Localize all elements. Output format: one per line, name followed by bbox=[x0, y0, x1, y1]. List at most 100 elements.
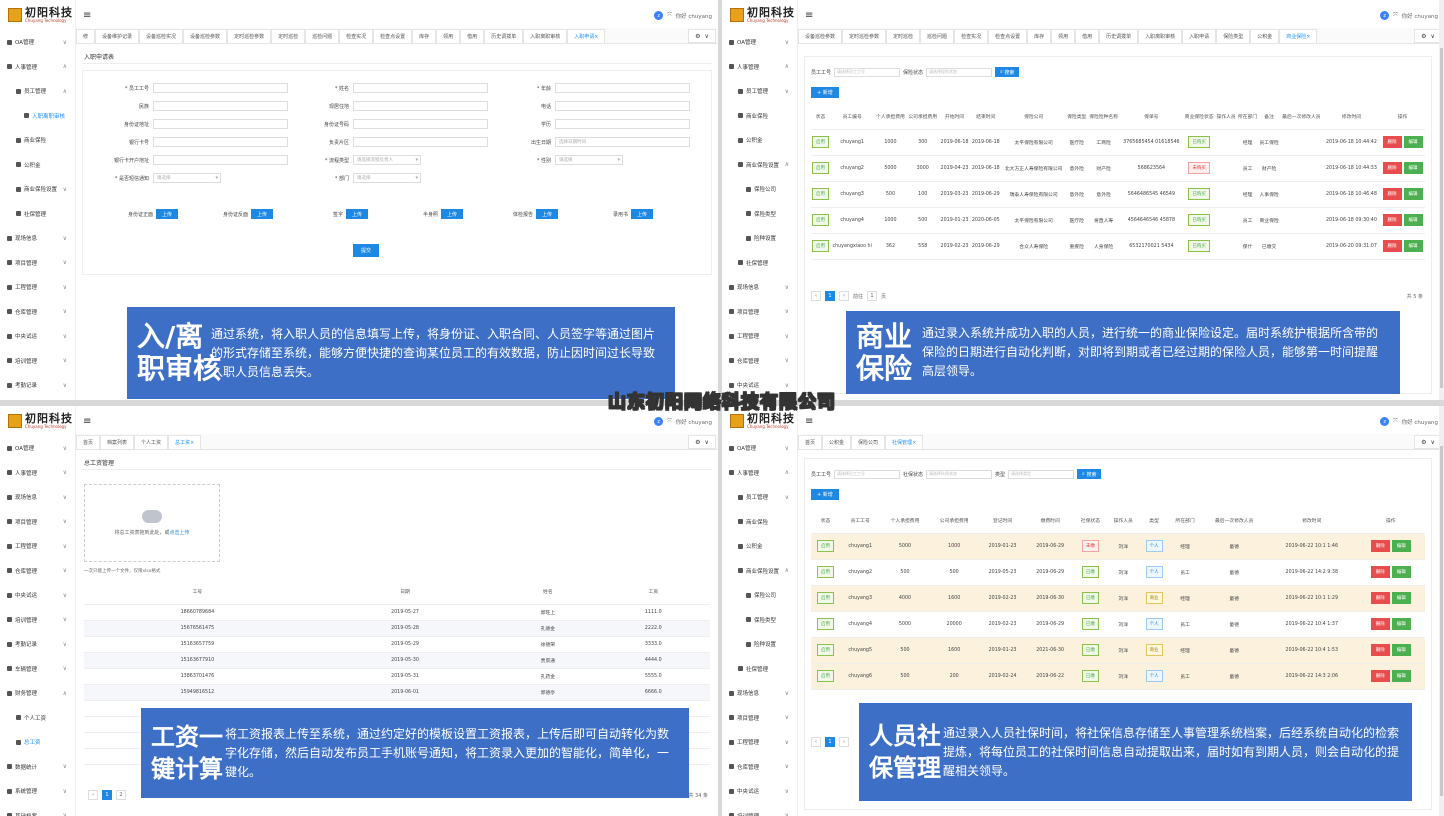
tab[interactable]: 借用 bbox=[460, 29, 485, 43]
search-button[interactable]: ⌕ 搜索 bbox=[1077, 469, 1102, 479]
gear-icon[interactable]: ⚙ bbox=[1421, 33, 1426, 40]
employee-select[interactable]: 请选择员工工号 bbox=[834, 67, 901, 77]
edit-button[interactable]: 编辑 bbox=[1391, 618, 1411, 630]
page-number-1[interactable]: 1 bbox=[102, 790, 112, 800]
field-input[interactable] bbox=[153, 155, 288, 165]
sidebar-item[interactable]: 保险类型 bbox=[722, 608, 797, 633]
tab-close-icon[interactable]: × bbox=[594, 34, 598, 40]
sidebar-item[interactable]: 工程管理 ∨ bbox=[0, 534, 75, 559]
user-greeting[interactable]: 你好 chuyang bbox=[676, 12, 712, 20]
avatar[interactable]: z bbox=[654, 11, 664, 20]
tab[interactable]: 入职离职审核 bbox=[523, 29, 568, 43]
sidebar-item[interactable]: 公积金 bbox=[722, 128, 797, 153]
field-input[interactable] bbox=[153, 101, 288, 111]
field-select[interactable]: 请选择流程负责人 bbox=[353, 155, 421, 165]
tab[interactable]: 保险类型 bbox=[1216, 29, 1251, 43]
upload-button[interactable]: 上传 bbox=[536, 209, 559, 219]
delete-button[interactable]: 删除 bbox=[1370, 670, 1390, 682]
tab[interactable]: 库存 bbox=[1027, 29, 1052, 43]
tab-close-icon[interactable]: × bbox=[912, 440, 916, 446]
sidebar-item[interactable]: 中央试运 ∨ bbox=[0, 324, 75, 349]
upload-button[interactable]: 上传 bbox=[631, 209, 654, 219]
goto-input[interactable]: 1 bbox=[867, 291, 878, 301]
submit-button[interactable]: 提交 bbox=[353, 244, 379, 257]
tab[interactable]: 检查点设置 bbox=[373, 29, 413, 43]
tab[interactable]: 修 bbox=[76, 29, 96, 43]
sidebar-item[interactable]: 员工管理 ∨ bbox=[722, 79, 797, 104]
sidebar-item[interactable]: 公积金 bbox=[0, 153, 75, 178]
tab[interactable]: 设备巡检参数 bbox=[798, 29, 843, 43]
tab[interactable]: 设备巡检实况 bbox=[139, 29, 184, 43]
delete-button[interactable]: 删除 bbox=[1370, 618, 1390, 630]
menu-toggle-icon[interactable]: ≡ bbox=[83, 10, 91, 21]
sidebar-item[interactable]: 仓库管理 ∨ bbox=[0, 559, 75, 584]
chevron-down-icon[interactable]: ∨ bbox=[704, 439, 708, 446]
tab-settings[interactable]: ⚙ ∨ bbox=[688, 29, 716, 43]
sidebar-item[interactable]: 现场信息 ∨ bbox=[0, 226, 75, 251]
menu-toggle-icon[interactable]: ≡ bbox=[83, 416, 91, 427]
field-input[interactable] bbox=[153, 119, 288, 129]
fullscreen-icon[interactable]: ⤧ bbox=[1393, 418, 1397, 425]
sidebar-item[interactable]: 现场信息 ∨ bbox=[722, 681, 797, 706]
tab[interactable]: 历史调拨单 bbox=[1099, 29, 1139, 43]
tab-close-icon[interactable]: × bbox=[1306, 34, 1310, 40]
field-select[interactable]: 请选择 bbox=[555, 155, 623, 165]
user-greeting[interactable]: 你好 chuyang bbox=[1402, 418, 1438, 426]
sidebar-item[interactable]: 车辆管理∨ bbox=[0, 398, 75, 401]
search-button[interactable]: ⌕ 搜索 bbox=[995, 67, 1020, 77]
tab[interactable]: 入职申请 bbox=[1182, 29, 1217, 43]
sidebar-item[interactable]: 工程管理 ∨ bbox=[0, 275, 75, 300]
tab[interactable]: 总工资 × bbox=[168, 435, 202, 449]
tab-close-icon[interactable]: × bbox=[190, 440, 194, 446]
fullscreen-icon[interactable]: ⤧ bbox=[1393, 12, 1397, 19]
tab-settings[interactable]: ⚙ ∨ bbox=[1414, 435, 1442, 449]
next-page-button[interactable]: › bbox=[839, 291, 849, 301]
scrollbar[interactable] bbox=[1439, 406, 1444, 816]
avatar[interactable]: z bbox=[1380, 11, 1390, 20]
sidebar-item[interactable]: 人事管理 ∨ bbox=[0, 461, 75, 486]
sidebar-item[interactable]: 商业保险设置 ∧ bbox=[722, 559, 797, 584]
sidebar-item[interactable]: 考勤记录 ∨ bbox=[0, 632, 75, 657]
menu-toggle-icon[interactable]: ≡ bbox=[805, 416, 813, 427]
sidebar-item[interactable]: 员工管理 ∧ bbox=[0, 79, 75, 104]
sidebar-item[interactable]: OA管理 ∨ bbox=[0, 30, 75, 55]
sidebar-item[interactable]: 工程管理 ∨ bbox=[722, 324, 797, 349]
sidebar-item[interactable]: 财务管理 ∧ bbox=[0, 681, 75, 706]
tab[interactable]: 首页 bbox=[76, 435, 101, 449]
sidebar-item[interactable]: 考勤记录 ∨ bbox=[0, 373, 75, 398]
sidebar-item[interactable]: 商业保险 bbox=[0, 128, 75, 153]
sidebar-item[interactable]: 人事管理 ∧ bbox=[722, 55, 797, 80]
upload-button[interactable]: 上传 bbox=[346, 209, 369, 219]
tab[interactable]: 商业保险 × bbox=[1279, 29, 1318, 43]
tab[interactable]: 公积金 bbox=[1250, 29, 1280, 43]
tab[interactable]: 公积金 bbox=[822, 435, 852, 449]
edit-button[interactable]: 编辑 bbox=[1391, 670, 1411, 682]
edit-button[interactable]: 编辑 bbox=[1391, 592, 1411, 604]
tab[interactable]: 检查实况 bbox=[339, 29, 374, 43]
avatar[interactable]: z bbox=[654, 417, 664, 426]
sidebar-item[interactable]: 商业保险 bbox=[722, 104, 797, 129]
sidebar-item[interactable]: 商业保险 bbox=[722, 510, 797, 535]
field-select[interactable]: 请选择 bbox=[153, 173, 221, 183]
tab[interactable]: 定时巡检参数 bbox=[227, 29, 272, 43]
sidebar-item[interactable]: 保险公司 bbox=[722, 583, 797, 608]
sidebar-item[interactable]: 仓库管理 ∨ bbox=[722, 755, 797, 780]
employee-select[interactable]: 请选择员工工号 bbox=[834, 469, 901, 479]
delete-button[interactable]: 删除 bbox=[1370, 540, 1390, 552]
tab[interactable]: 入职离职审核 bbox=[1138, 29, 1183, 43]
sidebar-item[interactable]: 保险类型 bbox=[722, 202, 797, 227]
edit-button[interactable]: 编辑 bbox=[1403, 136, 1423, 148]
sidebar-item[interactable]: 人事管理 ∧ bbox=[0, 55, 75, 80]
sidebar-item[interactable]: 员工管理 ∨ bbox=[722, 485, 797, 510]
delete-button[interactable]: 删除 bbox=[1382, 214, 1402, 226]
tab[interactable]: 领用 bbox=[436, 29, 461, 43]
fullscreen-icon[interactable]: ⤧ bbox=[667, 418, 671, 425]
tab[interactable]: 档案列表 bbox=[100, 435, 135, 449]
sidebar-item[interactable]: 社保管理 bbox=[722, 251, 797, 276]
user-greeting[interactable]: 你好 chuyang bbox=[1402, 12, 1438, 20]
tab[interactable]: 检查实况 bbox=[954, 29, 989, 43]
page-number[interactable]: 1 bbox=[825, 291, 835, 301]
sidebar-item[interactable]: OA管理 ∨ bbox=[722, 30, 797, 55]
field-input[interactable] bbox=[153, 137, 288, 147]
tab[interactable]: 定时巡检 bbox=[886, 29, 921, 43]
